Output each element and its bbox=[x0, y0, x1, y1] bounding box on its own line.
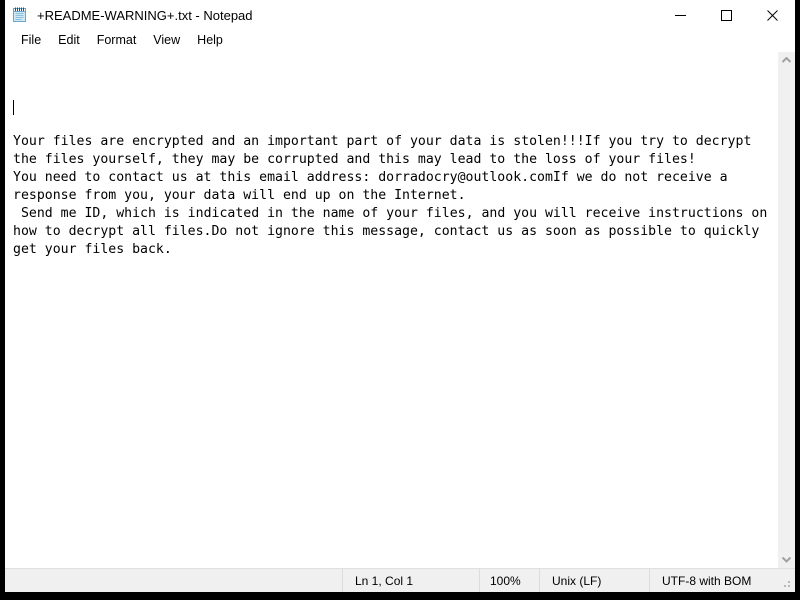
status-bar: Ln 1, Col 1 100% Unix (LF) UTF-8 with BO… bbox=[5, 568, 795, 592]
chevron-up-icon bbox=[782, 57, 791, 63]
text-caret bbox=[13, 100, 14, 115]
desktop-background: +README-WARNING+.txt - Notepad File Edit… bbox=[0, 0, 800, 600]
minimize-button[interactable] bbox=[657, 0, 703, 30]
text-editor-area[interactable]: Your files are encrypted and an importan… bbox=[5, 52, 777, 568]
menu-item-format[interactable]: Format bbox=[89, 30, 146, 51]
menu-item-edit[interactable]: Edit bbox=[50, 30, 89, 51]
scrollbar-track[interactable] bbox=[778, 69, 795, 551]
status-zoom-level[interactable]: 100% bbox=[479, 569, 539, 592]
menu-bar: File Edit Format View Help bbox=[5, 30, 795, 51]
close-button[interactable] bbox=[749, 0, 795, 30]
scroll-up-button[interactable] bbox=[778, 52, 795, 69]
resize-grip[interactable] bbox=[775, 569, 795, 592]
menu-item-file[interactable]: File bbox=[13, 30, 50, 51]
menu-item-view[interactable]: View bbox=[145, 30, 189, 51]
notepad-window: +README-WARNING+.txt - Notepad File Edit… bbox=[5, 0, 795, 592]
scroll-down-button[interactable] bbox=[778, 551, 795, 568]
chevron-down-icon bbox=[782, 556, 791, 563]
editor-region: Your files are encrypted and an importan… bbox=[5, 51, 795, 568]
title-bar[interactable]: +README-WARNING+.txt - Notepad bbox=[5, 0, 795, 30]
status-bar-spacer bbox=[5, 569, 342, 592]
resize-grip-icon bbox=[784, 581, 790, 587]
notepad-icon bbox=[11, 6, 29, 24]
ransom-note-text[interactable]: Your files are encrypted and an importan… bbox=[13, 115, 775, 259]
window-title: +README-WARNING+.txt - Notepad bbox=[37, 7, 253, 23]
menu-item-help[interactable]: Help bbox=[189, 30, 232, 51]
maximize-button[interactable] bbox=[703, 0, 749, 30]
status-encoding[interactable]: UTF-8 with BOM bbox=[649, 569, 775, 592]
vertical-scrollbar[interactable] bbox=[777, 52, 795, 568]
status-line-ending[interactable]: Unix (LF) bbox=[539, 569, 649, 592]
status-line-column[interactable]: Ln 1, Col 1 bbox=[342, 569, 479, 592]
